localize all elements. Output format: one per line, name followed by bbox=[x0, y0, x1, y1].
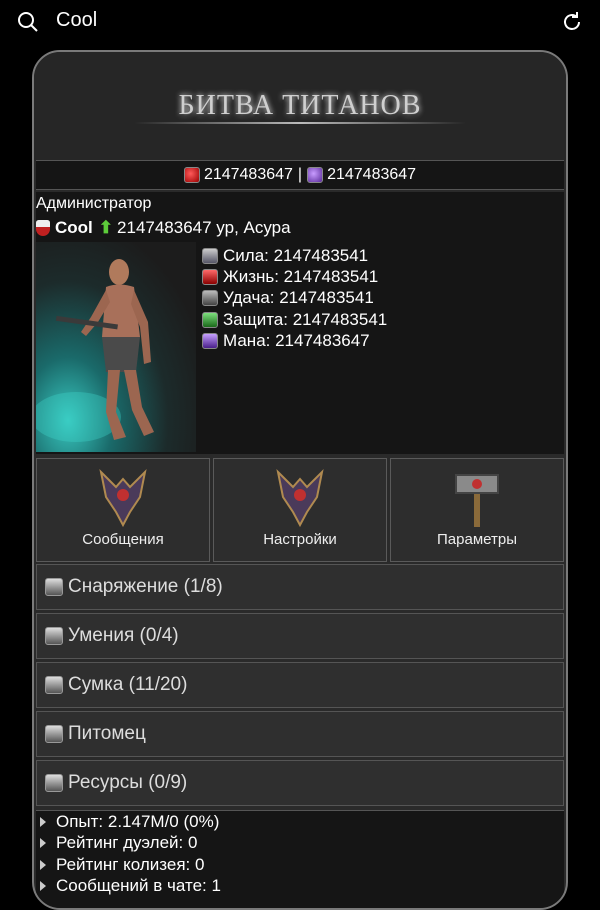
character-portrait[interactable] bbox=[36, 242, 196, 452]
stat-luck-label: Удача: 2147483541 bbox=[223, 288, 374, 308]
info-chat-messages-text: Сообщений в чате: 1 bbox=[56, 876, 221, 896]
info-duel-rating: Рейтинг дуэлей: 0 bbox=[36, 833, 564, 855]
menu-pet[interactable]: Питомец bbox=[36, 711, 564, 757]
messages-button[interactable]: Сообщения bbox=[36, 458, 210, 562]
red-gem-count: 2147483647 bbox=[203, 166, 293, 183]
player-profile: Администратор Cool ⬆ 2147483647 ур, Асур… bbox=[36, 192, 564, 454]
player-level: 2147483647 ур, Асура bbox=[117, 218, 291, 237]
player-name[interactable]: Cool bbox=[55, 218, 93, 238]
stat-life: Жизнь: 2147483541 bbox=[202, 266, 387, 287]
mana-icon bbox=[202, 333, 218, 350]
character-menu: Снаряжение (1/8) Умения (0/4) Сумка (11/… bbox=[36, 564, 564, 809]
browser-search-bar[interactable]: Cool bbox=[0, 0, 600, 44]
menu-pet-label: Питомец bbox=[68, 723, 146, 744]
pet-icon bbox=[45, 725, 63, 743]
logo-divider bbox=[134, 122, 466, 124]
game-frame: БИТВА ТИТАНОВ 2147483647 | 2147483647 Ад… bbox=[32, 50, 568, 910]
settings-button[interactable]: Настройки bbox=[213, 458, 387, 562]
menu-bag[interactable]: Сумка (11/20) bbox=[36, 662, 564, 708]
bullet-icon bbox=[40, 816, 46, 827]
strength-icon bbox=[202, 247, 218, 264]
hammer-icon bbox=[455, 474, 499, 527]
skills-icon bbox=[45, 627, 63, 645]
game-header: БИТВА ТИТАНОВ bbox=[34, 52, 566, 160]
stat-strength-label: Сила: 2147483541 bbox=[223, 245, 369, 265]
search-icon[interactable] bbox=[16, 10, 40, 34]
red-gem-icon bbox=[183, 167, 200, 183]
defense-icon bbox=[202, 311, 218, 328]
stat-mana: Мана: 2147483647 bbox=[202, 331, 387, 352]
settings-emblem-icon bbox=[276, 468, 324, 528]
life-icon bbox=[202, 269, 218, 286]
level-up-arrow-icon: ⬆ bbox=[98, 218, 114, 237]
bullet-icon bbox=[40, 838, 46, 849]
menu-skills[interactable]: Умения (0/4) bbox=[36, 613, 564, 659]
luck-icon bbox=[202, 290, 218, 307]
character-figure-icon bbox=[36, 259, 154, 442]
equipment-icon bbox=[45, 578, 63, 596]
stat-strength: Сила: 2147483541 bbox=[202, 245, 387, 266]
menu-resources-label: Ресурсы (0/9) bbox=[68, 772, 188, 793]
stat-defense-label: Защита: 2147483541 bbox=[223, 309, 388, 329]
purple-gem-count: 2147483647 bbox=[327, 166, 417, 183]
player-name-line: Cool ⬆ 2147483647 ур, Асура bbox=[36, 218, 291, 238]
info-experience: Опыт: 2.147M/0 (0%) bbox=[36, 811, 564, 833]
stat-life-label: Жизнь: 2147483541 bbox=[223, 267, 379, 287]
parameters-button[interactable]: Параметры bbox=[390, 458, 564, 562]
info-colosseum-rating-text: Рейтинг колизея: 0 bbox=[56, 854, 205, 874]
menu-bag-label: Сумка (11/20) bbox=[68, 674, 188, 695]
game-logo[interactable]: БИТВА ТИТАНОВ bbox=[34, 90, 566, 122]
currency-bar: 2147483647 | 2147483647 bbox=[36, 160, 564, 190]
bullet-icon bbox=[40, 881, 46, 892]
player-info-list: Опыт: 2.147M/0 (0%) Рейтинг дуэлей: 0 Ре… bbox=[36, 810, 564, 908]
menu-equipment[interactable]: Снаряжение (1/8) bbox=[36, 564, 564, 610]
stat-defense: Защита: 2147483541 bbox=[202, 309, 387, 330]
parameters-label: Параметры bbox=[437, 531, 517, 548]
messages-emblem-icon bbox=[99, 468, 147, 528]
menu-skills-label: Умения (0/4) bbox=[68, 625, 179, 646]
messages-label: Сообщения bbox=[82, 531, 164, 548]
stats-list: Сила: 2147483541 Жизнь: 2147483541 Удача… bbox=[202, 245, 387, 352]
menu-resources[interactable]: Ресурсы (0/9) bbox=[36, 760, 564, 806]
reload-icon[interactable] bbox=[560, 10, 584, 34]
settings-label: Настройки bbox=[263, 531, 337, 548]
currency-separator: | bbox=[297, 166, 303, 183]
bag-icon bbox=[45, 676, 63, 694]
player-role: Администратор bbox=[36, 195, 152, 212]
info-experience-text: Опыт: 2.147M/0 (0%) bbox=[56, 811, 220, 831]
search-query[interactable]: Cool bbox=[56, 9, 97, 32]
info-colosseum-rating: Рейтинг колизея: 0 bbox=[36, 854, 564, 876]
menu-equipment-label: Снаряжение (1/8) bbox=[68, 576, 223, 597]
bullet-icon bbox=[40, 859, 46, 870]
purple-gem-icon bbox=[307, 167, 324, 183]
action-tiles: Сообщения Настройки Параметры bbox=[36, 458, 564, 562]
stat-luck: Удача: 2147483541 bbox=[202, 288, 387, 309]
info-chat-messages: Сообщений в чате: 1 bbox=[36, 876, 564, 898]
stat-mana-label: Мана: 2147483647 bbox=[223, 331, 370, 351]
resources-icon bbox=[45, 774, 63, 792]
clan-shield-icon bbox=[36, 220, 50, 236]
info-duel-rating-text: Рейтинг дуэлей: 0 bbox=[56, 833, 198, 853]
